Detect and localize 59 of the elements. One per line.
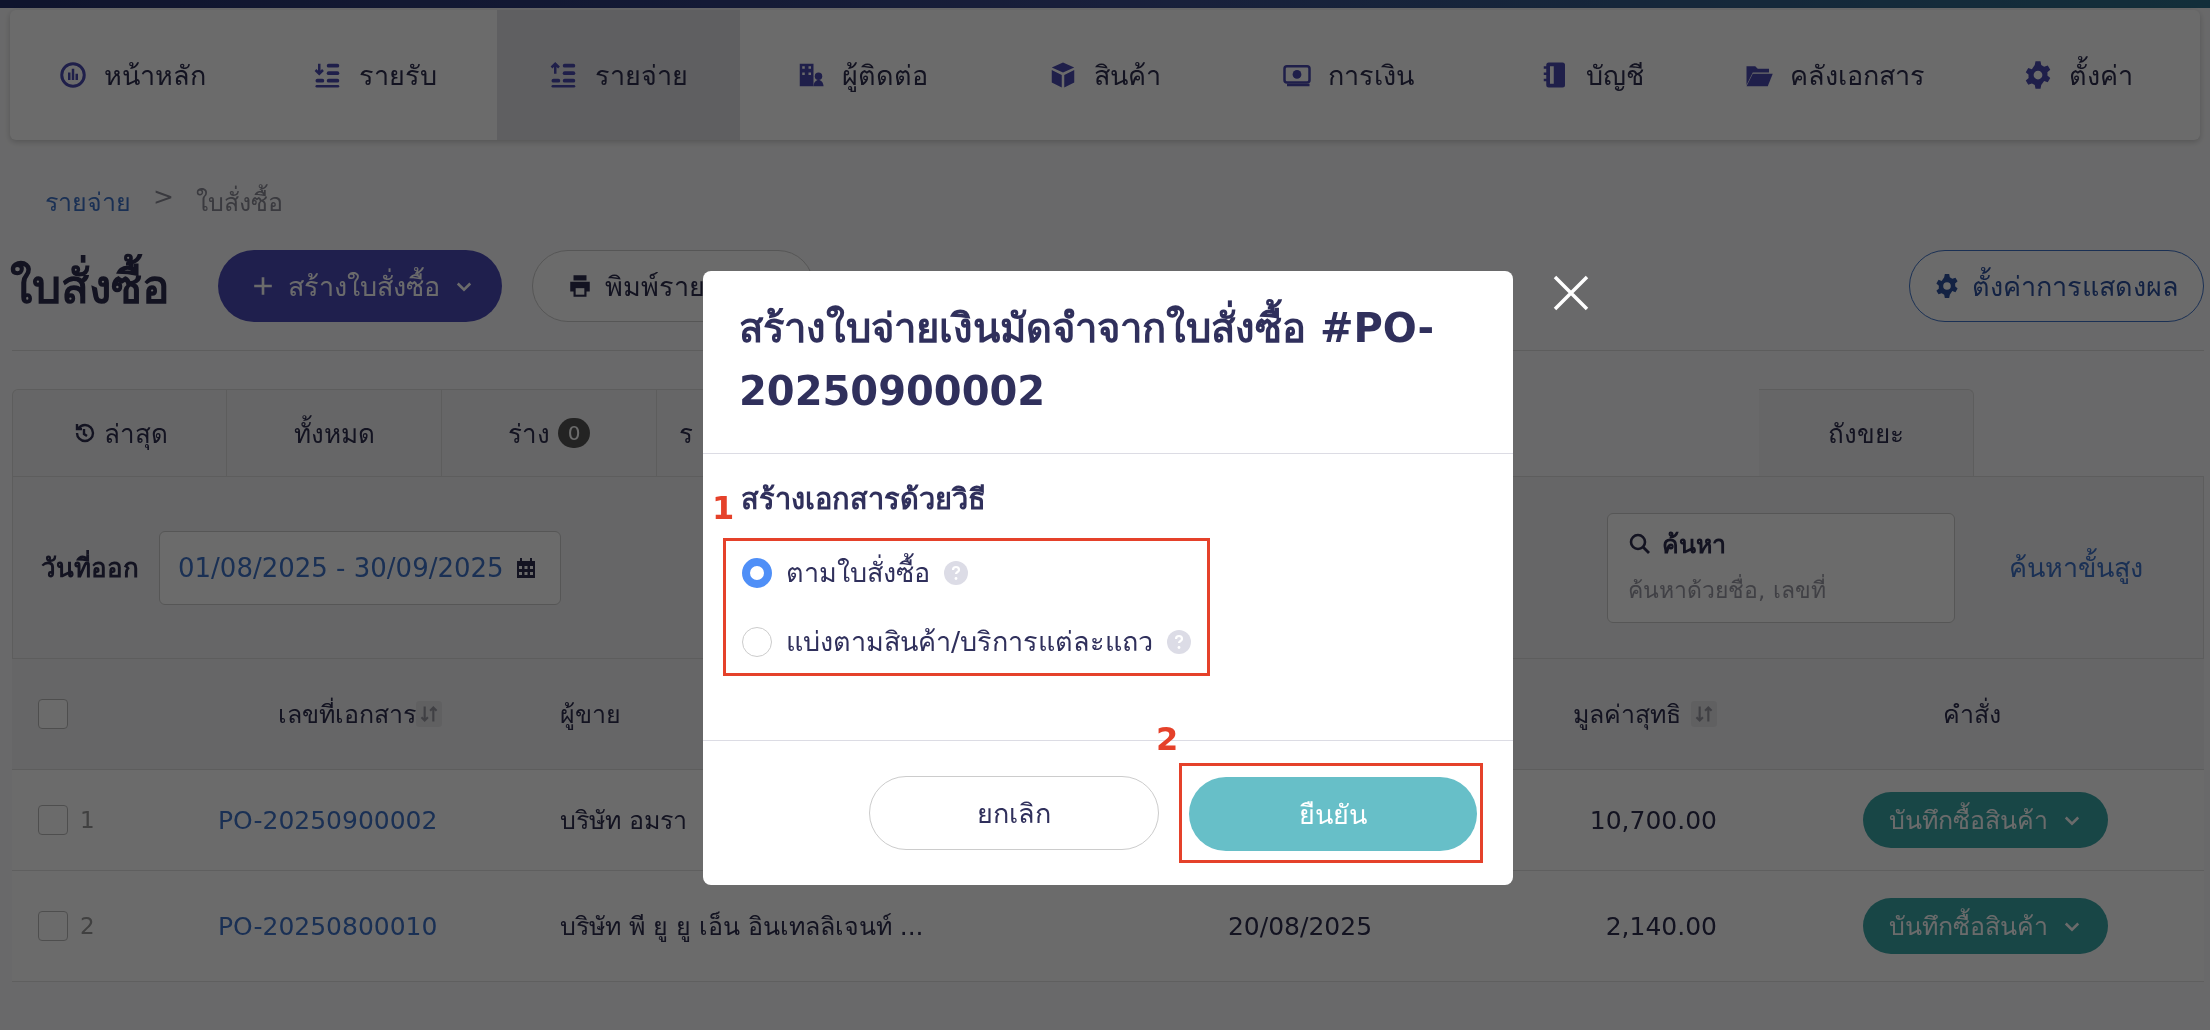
help-icon[interactable] bbox=[944, 560, 968, 585]
document-number-link[interactable]: PO-20250800010 bbox=[218, 911, 438, 941]
nav-item[interactable]: การเงิน bbox=[1226, 10, 1470, 140]
checkbox[interactable] bbox=[38, 699, 68, 729]
net-amount: 2,140.00 bbox=[1605, 911, 1717, 941]
column-header: มูลค่าสุทธิ bbox=[1573, 699, 1681, 732]
annotation-number: 1 bbox=[712, 489, 735, 527]
nav-item[interactable]: ผู้ติดต่อ bbox=[740, 10, 984, 140]
breadcrumb-separator: > bbox=[153, 182, 174, 213]
nav-item[interactable]: สินค้า bbox=[983, 10, 1227, 140]
settings-icon bbox=[1934, 273, 1960, 299]
annotation-number: 2 bbox=[1156, 720, 1179, 758]
column-header: ผู้ขาย bbox=[560, 699, 621, 732]
date-range-field[interactable]: 01/08/2025 - 30/09/2025 bbox=[159, 530, 561, 605]
close-icon[interactable] bbox=[1552, 274, 1590, 312]
display-settings-button[interactable]: ตั้งค่าการแสดงผล bbox=[1909, 250, 2204, 322]
checkbox[interactable] bbox=[38, 911, 68, 941]
column-header: เลขที่เอกสาร bbox=[278, 696, 416, 731]
record-purchase-button[interactable]: บันทึกซื้อสินค้า bbox=[1863, 898, 2108, 954]
plus-icon bbox=[252, 275, 274, 297]
search-label: ค้นหา bbox=[1662, 528, 1726, 561]
nav-item[interactable]: รายจ่าย bbox=[496, 10, 740, 140]
nav-item[interactable]: รายรับ bbox=[253, 10, 497, 140]
page-title: ใบสั่งซื้อ bbox=[10, 249, 170, 323]
option-label[interactable]: ตามใบสั่งซื้อ bbox=[786, 551, 930, 594]
printer-icon bbox=[567, 273, 593, 299]
checkbox[interactable] bbox=[38, 805, 68, 835]
nav-item[interactable]: ตั้งค่า bbox=[1956, 10, 2200, 140]
radio-button[interactable] bbox=[742, 626, 772, 657]
vendor-name: บริษัท พี ยู ยู เอ็น อินเทลลิเจนท์ ... bbox=[560, 910, 924, 944]
document-number-link[interactable]: PO-20250900002 bbox=[218, 805, 438, 835]
help-icon[interactable] bbox=[1167, 629, 1192, 654]
status-tab[interactable]: ทั้งหมด bbox=[227, 389, 442, 476]
nav-item[interactable]: บัญชี bbox=[1469, 10, 1714, 140]
status-tab[interactable]: ร่าง 0 bbox=[442, 389, 657, 476]
option-label[interactable]: แบ่งตามสินค้า/บริการแต่ละแถว bbox=[786, 620, 1154, 663]
breadcrumb-link[interactable]: รายจ่าย bbox=[45, 182, 131, 250]
cancel-button[interactable]: ยกเลิก bbox=[869, 776, 1159, 850]
record-purchase-button[interactable]: บันทึกซื้อสินค้า bbox=[1863, 792, 2108, 848]
count-badge: 0 bbox=[557, 418, 591, 448]
confirm-button[interactable]: ยืนยัน bbox=[1189, 777, 1477, 851]
radio-button[interactable] bbox=[742, 557, 772, 588]
net-amount: 10,700.00 bbox=[1589, 805, 1717, 835]
column-header: คำสั่ง bbox=[1943, 694, 2001, 734]
nav-item[interactable]: คลังเอกสาร bbox=[1713, 10, 1957, 140]
search-icon bbox=[1628, 531, 1652, 556]
nav-item[interactable]: หน้าหลัก bbox=[10, 10, 254, 140]
sort-icon[interactable] bbox=[1691, 701, 1717, 727]
status-tab[interactable]: ล่าสุด bbox=[12, 389, 227, 476]
section-label: สร้างเอกสารด้วยวิธี bbox=[741, 481, 987, 518]
create-button[interactable]: สร้างใบสั่งซื้อ bbox=[218, 250, 502, 322]
vendor-name: บริษัท อมรา bbox=[560, 805, 687, 837]
sort-icon[interactable] bbox=[416, 700, 442, 727]
issue-date: 20/08/2025 bbox=[1227, 911, 1373, 941]
chart-icon bbox=[57, 60, 88, 90]
advanced-search-link[interactable]: ค้นหาขั้นสูง bbox=[2009, 546, 2143, 589]
date-label: วันที่ออก bbox=[41, 547, 139, 588]
dialog-title: สร้างใบจ่ายเงินมัดจำจากใบสั่งซื้อ #PO-20250900002 bbox=[703, 271, 1513, 454]
status-tab[interactable]: ถังขยะ bbox=[1759, 389, 1974, 476]
